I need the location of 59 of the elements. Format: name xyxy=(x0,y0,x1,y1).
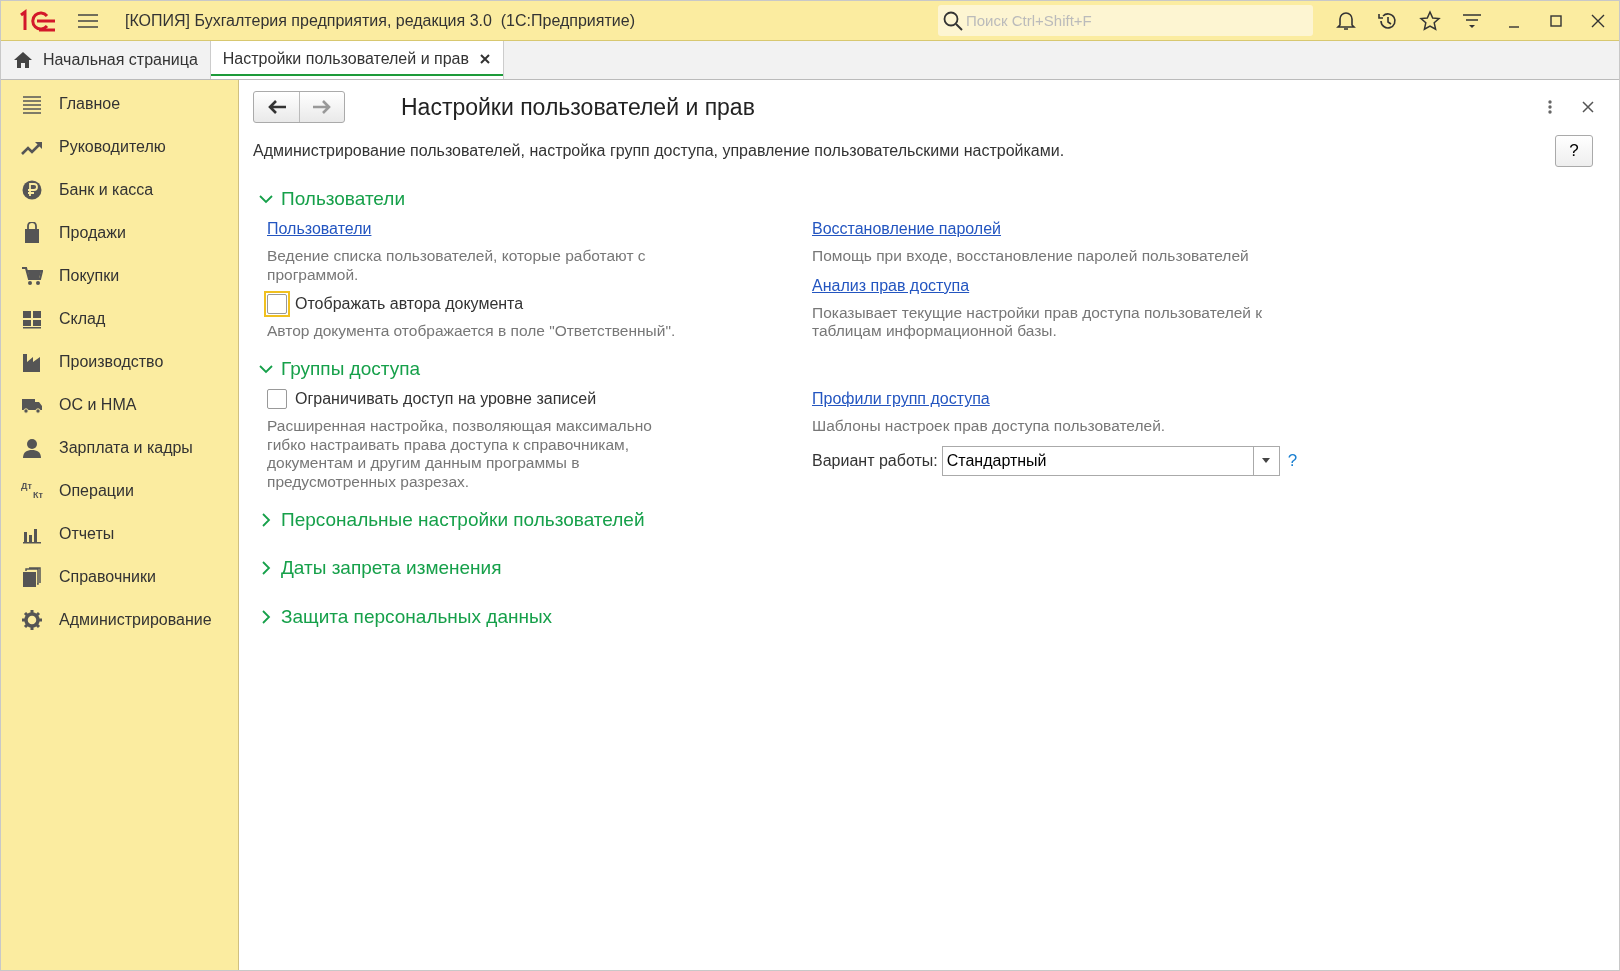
description-text: Автор документа отображается в поле "Ответственный". xyxy=(267,322,677,341)
cart-icon xyxy=(21,264,43,287)
sidebar-item[interactable]: Покупки xyxy=(1,254,238,297)
debit-credit-icon: Дт Кт xyxy=(21,481,43,500)
window-title: [КОПИЯ] Бухгалтерия предприятия, редакция 3.0 (1С:Предприятие) xyxy=(125,10,635,31)
description-text: Расширенная настройка, позволяющая максимально гибко настраивать права доступа к справочникам, документам и другим данным программы в предусмотренных разрезах. xyxy=(267,417,653,492)
sidebar-item[interactable]: Склад xyxy=(1,297,238,340)
sidebar-item[interactable]: Продажи xyxy=(1,211,238,254)
chevron-right-icon xyxy=(259,561,273,576)
sidebar-item[interactable]: ОС и НМА xyxy=(1,383,238,426)
checkbox-label[interactable]: Отображать автора документа xyxy=(295,292,524,317)
description-text: Ведение списка пользователей, которые работают с программой. xyxy=(267,247,647,285)
home-icon xyxy=(13,51,33,69)
sidebar-item[interactable]: Главное xyxy=(1,82,238,125)
sidebar-item[interactable]: Справочники xyxy=(1,555,238,598)
more-icon xyxy=(1548,100,1552,115)
sidebar-item[interactable]: Дт Кт Операции xyxy=(1,469,238,512)
minimize-icon xyxy=(1509,25,1519,28)
form-title: Настройки пользователей и прав xyxy=(401,93,755,122)
chevron-right-icon xyxy=(259,512,273,527)
link[interactable]: Профили групп доступа xyxy=(812,387,990,412)
arrow-left-icon xyxy=(266,100,287,115)
caret-icon xyxy=(1262,458,1271,464)
arrow-right-icon xyxy=(312,100,332,115)
sidebar-item[interactable]: Производство xyxy=(1,340,238,383)
sidebar-item[interactable]: Администрирование xyxy=(1,598,238,641)
menu-icon xyxy=(78,12,98,29)
bell-icon xyxy=(1335,9,1357,32)
dropdown-button[interactable] xyxy=(1253,445,1280,476)
sidebar-item[interactable]: Руководителю xyxy=(1,125,238,168)
tab[interactable]: Начальная страница xyxy=(1,41,211,79)
logo-icon xyxy=(17,8,57,33)
close-icon xyxy=(1582,101,1594,114)
close-icon[interactable] xyxy=(479,53,491,65)
checkbox[interactable] xyxy=(267,389,287,410)
gear-icon xyxy=(21,608,43,631)
checkbox-label[interactable]: Ограничивать доступ на уровне записей xyxy=(295,387,597,412)
sidebar-item[interactable]: Зарплата и кадры xyxy=(1,426,238,469)
help-button[interactable]: ? xyxy=(1555,134,1593,167)
sidebar-item[interactable]: Отчеты xyxy=(1,512,238,555)
link[interactable]: Анализ прав доступа xyxy=(812,273,970,298)
ruble-icon xyxy=(21,178,43,201)
help-link[interactable]: ? xyxy=(1287,448,1298,474)
description-text: Помощь при входе, восстановление паролей пользователей xyxy=(812,247,1250,266)
dropdown-field[interactable]: Стандартный xyxy=(941,445,1254,476)
books-icon xyxy=(21,565,43,588)
form-description: Администрирование пользователей, настройка групп доступа, управление пользовательскими настройками. xyxy=(253,140,1065,161)
link[interactable]: Пользователи xyxy=(267,217,372,241)
search-icon xyxy=(943,11,963,31)
chevron-right-icon xyxy=(259,609,273,624)
star-icon xyxy=(1419,9,1441,32)
description-text: Показывает текущие настройки прав доступа пользователей к таблицам информационной базы. xyxy=(812,303,1264,341)
description-text: Шаблоны настроек прав доступа пользователей. xyxy=(812,417,1167,436)
tab[interactable]: Настройки пользователей и прав xyxy=(210,41,504,79)
person-icon xyxy=(21,436,43,459)
field-label: Вариант работы: xyxy=(812,450,938,471)
sidebar-item[interactable]: Банк и касса xyxy=(1,168,238,211)
search-field[interactable]: Поиск Ctrl+Shift+F xyxy=(938,5,1313,36)
link[interactable]: Восстановление паролей xyxy=(812,217,1001,241)
